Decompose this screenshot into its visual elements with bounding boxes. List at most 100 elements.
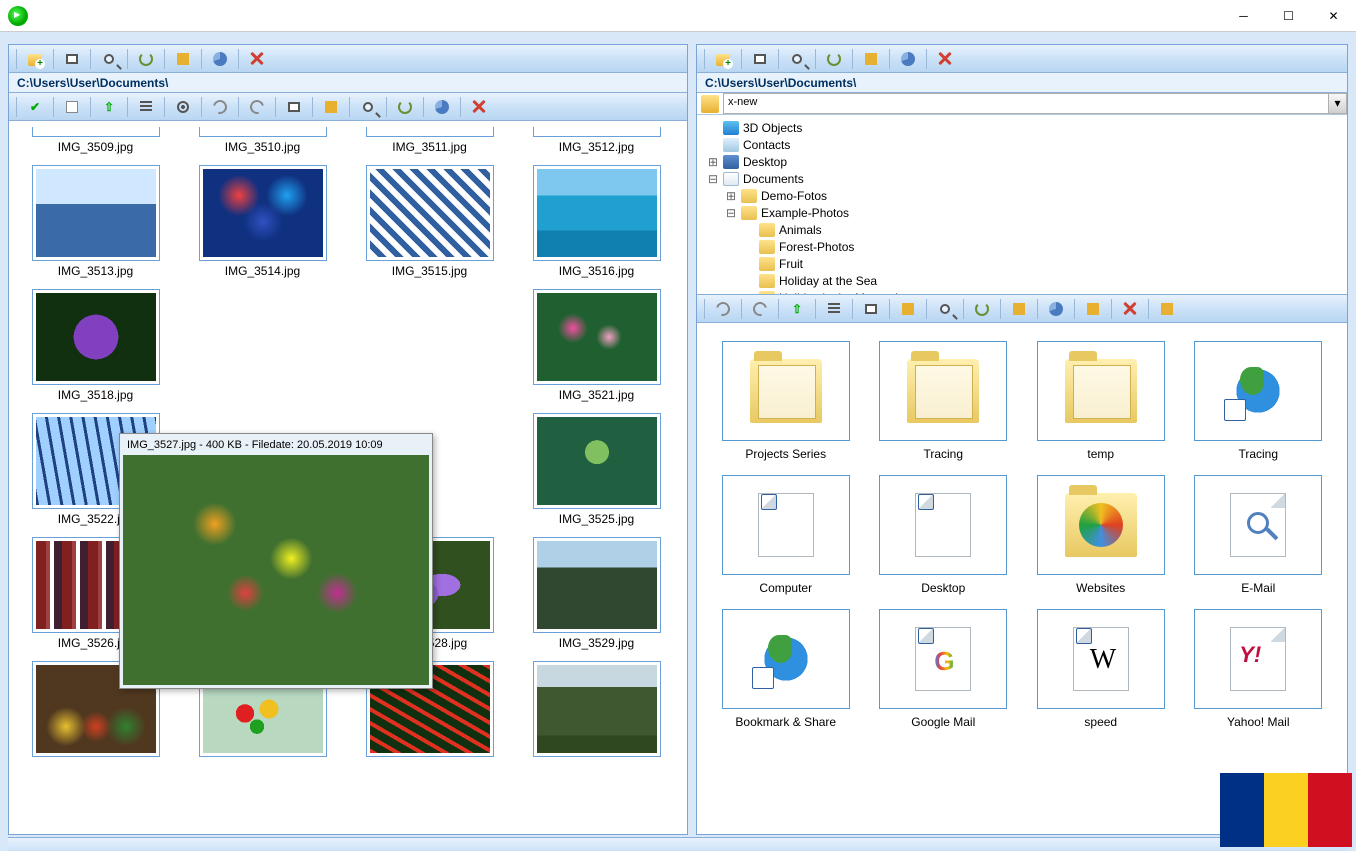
tree-node[interactable]: 3D Objects [707,119,1343,136]
rotate-right-button[interactable] [244,96,270,118]
tb2-doc-button[interactable] [318,96,344,118]
file-item[interactable]: Bookmark & Share [715,609,857,729]
file-item[interactable]: Websites [1030,475,1172,595]
file-item[interactable]: Tracing [873,341,1015,461]
r2-pie-button[interactable] [1043,298,1069,320]
tree-label: Fruit [779,257,803,271]
tb2-pie-button[interactable] [429,96,455,118]
tree-label: Animals [779,223,822,237]
r2-delete-button[interactable] [1117,298,1143,320]
zoom-button[interactable] [96,48,122,70]
r-delete-button[interactable] [932,48,958,70]
r-refresh-button[interactable] [821,48,847,70]
r2-rect-button[interactable] [858,298,884,320]
left-thumbnail-area[interactable]: IMG_3509.jpg IMG_3510.jpg IMG_3511.jpg IMG_… [9,121,687,834]
r2-zoom-button[interactable] [932,298,958,320]
thumbnail-item[interactable]: IMG_3516.jpg [518,165,675,279]
r-new-folder-button[interactable] [710,48,736,70]
right-path: C:\Users\User\Documents\ [697,73,1347,93]
file-item[interactable]: Desktop [873,475,1015,595]
tree-node[interactable]: ⊟Documents [707,170,1343,187]
uncheck-button[interactable] [59,96,85,118]
r-select-button[interactable] [747,48,773,70]
tree-node[interactable]: Forest-Photos [707,238,1343,255]
tree-expander-icon[interactable]: ⊞ [707,155,719,169]
r2-extra-button[interactable] [1154,298,1180,320]
folder-tree[interactable]: 3D ObjectsContacts⊞Desktop⊟Documents⊞Dem… [697,115,1347,295]
r2-up-button[interactable]: ⇧ [784,298,810,320]
r-pie-button[interactable] [895,48,921,70]
tree-node[interactable]: Holiday in the Mountains [707,289,1343,295]
tree-node[interactable]: Animals [707,221,1343,238]
new-folder-button[interactable] [22,48,48,70]
thumbnail-item[interactable] [518,661,675,775]
minimize-button[interactable]: ─ [1221,0,1266,32]
preview-title: IMG_3527.jpg - 400 KB - Filedate: 20.05.… [123,437,429,455]
r2-rotate-right-button[interactable] [747,298,773,320]
r2-rotate-left-button[interactable] [710,298,736,320]
thumbnail-item[interactable]: IMG_3510.jpg [184,127,341,155]
refresh-button[interactable] [133,48,159,70]
tree-label: Holiday in the Mountains [779,291,910,296]
tool-button[interactable] [170,48,196,70]
tree-node[interactable]: ⊞Demo-Fotos [707,187,1343,204]
list-button[interactable] [133,96,159,118]
r-tool-button[interactable] [858,48,884,70]
file-label: Computer [759,575,812,595]
thumbnail-item[interactable]: IMG_3529.jpg [518,537,675,651]
pie-button[interactable] [207,48,233,70]
address-dropdown-button[interactable]: ▾ [1329,93,1347,114]
tb2-refresh-button[interactable] [392,96,418,118]
thumbnail-item[interactable]: IMG_3518.jpg [17,289,174,403]
file-item[interactable]: Wspeed [1030,609,1172,729]
thumbnail-item[interactable]: IMG_3514.jpg [184,165,341,279]
delete-button[interactable] [244,48,270,70]
r2-tool-button[interactable] [1006,298,1032,320]
file-item[interactable]: Projects Series [715,341,857,461]
tree-node[interactable]: ⊞Desktop [707,153,1343,170]
file-label: Bookmark & Share [735,709,836,729]
r2-refresh-button[interactable] [969,298,995,320]
tree-node[interactable]: Holiday at the Sea [707,272,1343,289]
right-item-area[interactable]: Projects SeriesTracingtempTracingCompute… [697,323,1347,834]
file-icon: G [879,609,1007,709]
select-button[interactable] [59,48,85,70]
tree-node[interactable]: ⊟Example-Photos [707,204,1343,221]
file-item[interactable]: E-Mail [1188,475,1330,595]
thumbnail-item[interactable]: IMG_3525.jpg [518,413,675,527]
file-item[interactable]: Tracing [1188,341,1330,461]
up-button[interactable]: ⇧ [96,96,122,118]
r2-list-button[interactable] [821,298,847,320]
tree-expander-icon[interactable]: ⊞ [725,189,737,203]
thumbnail-item[interactable]: IMG_3512.jpg [518,127,675,155]
close-button[interactable]: ✕ [1311,0,1356,32]
thumbnail-item[interactable]: IMG_3513.jpg [17,165,174,279]
file-icon: Y! [1194,609,1322,709]
tree-node[interactable]: Contacts [707,136,1343,153]
thumbnail-item[interactable]: IMG_3509.jpg [17,127,174,155]
file-item[interactable]: temp [1030,341,1172,461]
thumbnail-item[interactable]: IMG_3521.jpg [518,289,675,403]
tree-expander-icon[interactable]: ⊟ [707,172,719,186]
file-item[interactable]: GGoogle Mail [873,609,1015,729]
maximize-button[interactable]: ☐ [1266,0,1311,32]
thumbnail-item[interactable]: IMG_3515.jpg [351,165,508,279]
tb2-delete-button[interactable] [466,96,492,118]
rotate-left-button[interactable] [207,96,233,118]
r-zoom-button[interactable] [784,48,810,70]
target-button[interactable] [170,96,196,118]
thumbnail-item[interactable]: IMG_3511.jpg [351,127,508,155]
tree-node[interactable]: Fruit [707,255,1343,272]
tree-label: 3D Objects [743,121,802,135]
check-all-button[interactable]: ✔ [22,96,48,118]
file-item[interactable]: Computer [715,475,857,595]
r2-tool2-button[interactable] [1080,298,1106,320]
r2-doc-button[interactable] [895,298,921,320]
tb2-zoom-button[interactable] [355,96,381,118]
address-input[interactable]: x-new [723,93,1329,114]
tb2-rect-button[interactable] [281,96,307,118]
titlebar: ─ ☐ ✕ [0,0,1356,32]
file-label: Yahoo! Mail [1227,709,1289,729]
tree-expander-icon[interactable]: ⊟ [725,206,737,220]
file-item[interactable]: Y!Yahoo! Mail [1188,609,1330,729]
